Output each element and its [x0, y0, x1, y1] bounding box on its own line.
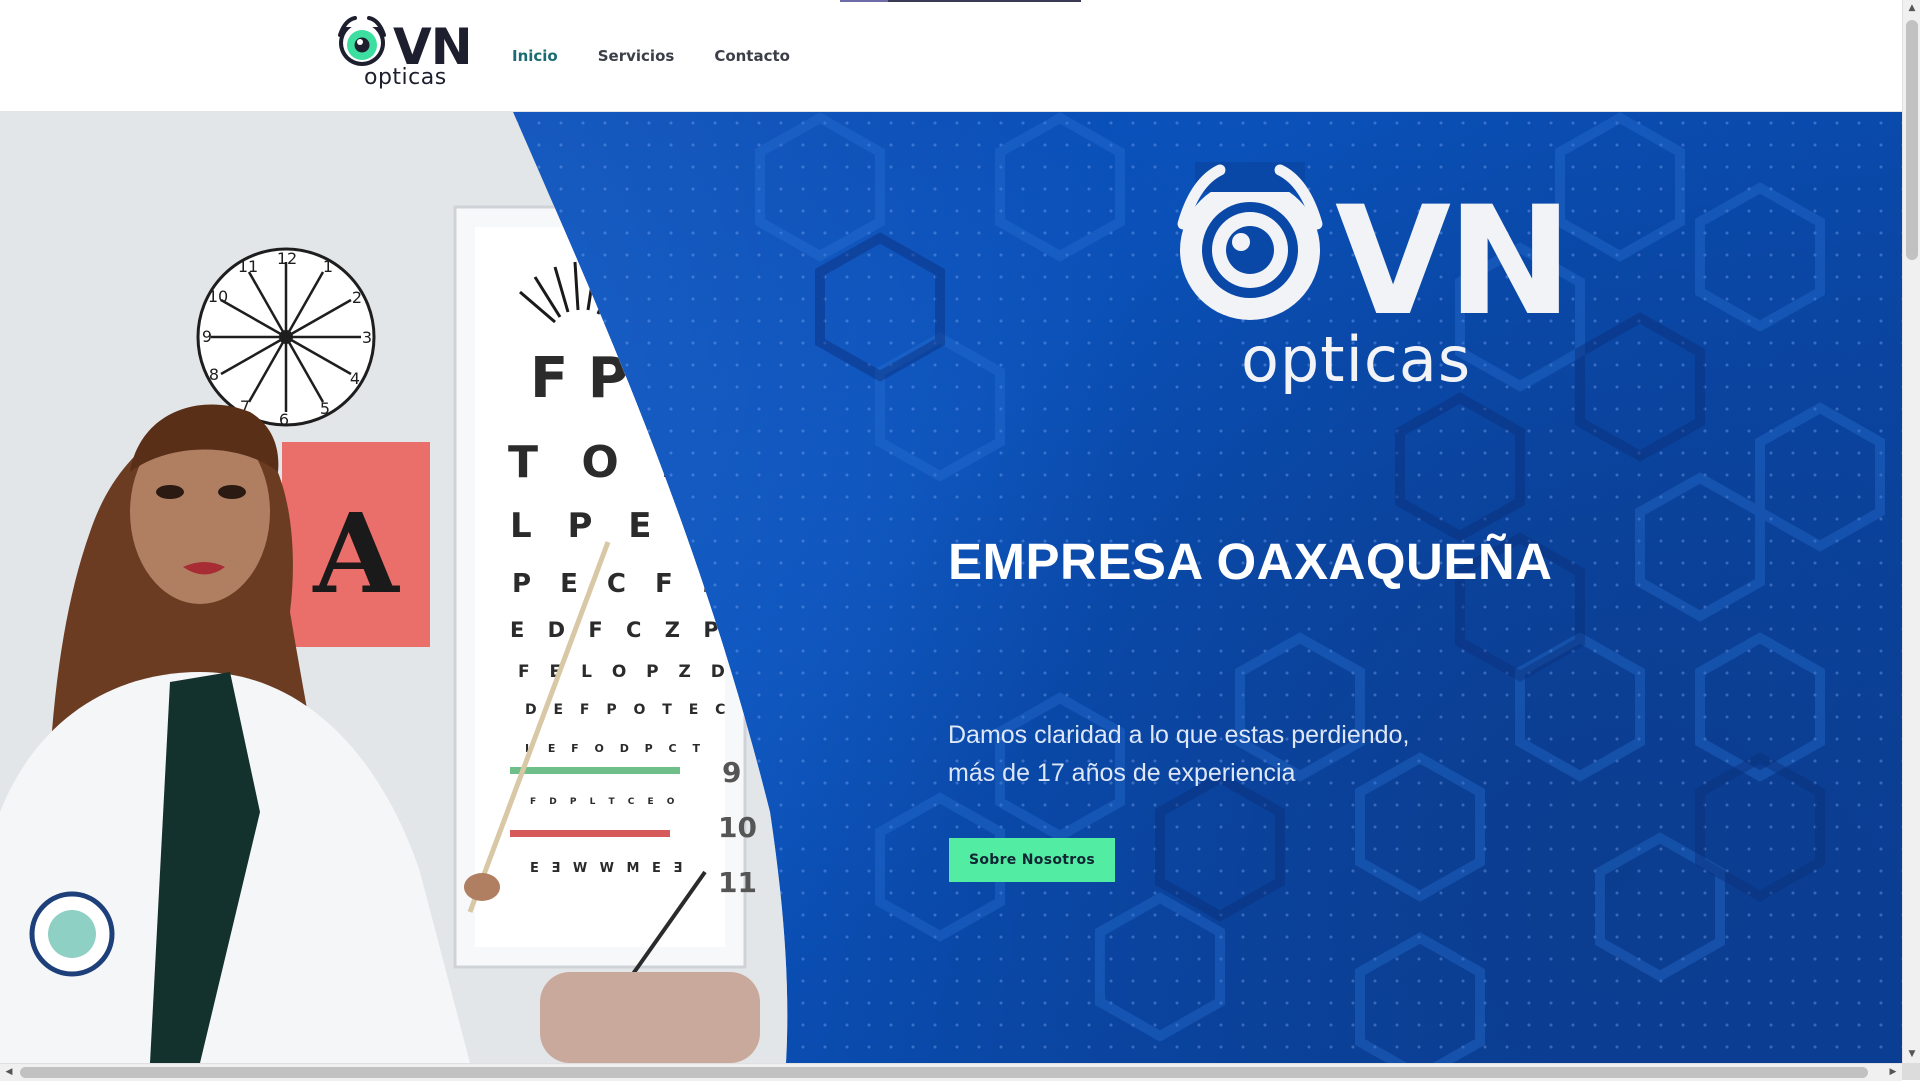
- svg-text:11: 11: [238, 257, 258, 276]
- nav-item-servicios[interactable]: Servicios: [598, 44, 675, 68]
- scrollbar-corner: [1902, 1063, 1920, 1080]
- main-nav: Inicio Servicios Contacto: [512, 44, 830, 68]
- svg-text:3: 3: [362, 328, 372, 347]
- svg-text:10: 10: [718, 811, 757, 844]
- svg-text:5: 5: [320, 399, 330, 418]
- hero-subtitle: Damos claridad a lo que estas perdiendo,…: [948, 716, 1409, 792]
- site-header: VN opticas Inicio Servicios Contacto: [0, 0, 1902, 112]
- hero-title: EMPRESA OAXAQUEÑA: [948, 533, 1553, 590]
- svg-text:12: 12: [277, 249, 297, 268]
- horizontal-scroll-thumb[interactable]: [20, 1067, 1868, 1078]
- svg-text:E D F C Z P: E D F C Z P: [510, 618, 727, 642]
- svg-text:T O Z: T O Z: [508, 437, 708, 488]
- svg-text:1: 1: [323, 257, 333, 276]
- scroll-left-icon[interactable]: ◀: [0, 1064, 18, 1081]
- photo-illustration: F P T O Z L P E D P E C F D E D F C Z P …: [0, 112, 788, 1063]
- svg-text:F P: F P: [530, 346, 629, 411]
- hero-banner: F P T O Z L P E D P E C F D E D F C Z P …: [0, 112, 1902, 1063]
- hero-logo-mark: VN: [1335, 175, 1573, 349]
- site-logo[interactable]: VN opticas: [337, 15, 473, 95]
- optometrist-photo: F P T O Z L P E D P E C F D E D F C Z P …: [0, 112, 800, 1063]
- vertical-scroll-thumb[interactable]: [1906, 20, 1918, 260]
- hero-subtitle-line-1: Damos claridad a lo que estas perdiendo,: [948, 721, 1410, 749]
- svg-text:10: 10: [208, 287, 228, 306]
- vertical-scrollbar[interactable]: ▲ ▼: [1902, 0, 1920, 1063]
- svg-text:2: 2: [352, 288, 362, 307]
- loading-indicator: [840, 0, 1081, 2]
- scroll-right-icon[interactable]: ▶: [1884, 1064, 1902, 1081]
- svg-text:L E F O D P C T: L E F O D P C T: [525, 742, 706, 755]
- about-us-button[interactable]: Sobre Nosotros: [949, 838, 1115, 882]
- scroll-up-icon[interactable]: ▲: [1903, 0, 1920, 17]
- scroll-down-icon[interactable]: ▼: [1903, 1046, 1920, 1063]
- nav-item-contacto[interactable]: Contacto: [714, 44, 790, 68]
- svg-text:6: 6: [279, 410, 289, 429]
- hero-logo-word: opticas: [1241, 323, 1472, 396]
- poster-letter: A: [312, 489, 400, 618]
- svg-text:F D P L T C E O: F D P L T C E O: [530, 797, 679, 807]
- svg-text:8: 8: [209, 365, 219, 384]
- hero-subtitle-line-2: más de 17 años de experiencia: [948, 759, 1296, 787]
- nav-item-inicio[interactable]: Inicio: [512, 44, 558, 68]
- svg-text:9: 9: [722, 756, 741, 789]
- svg-text:9: 9: [202, 327, 212, 346]
- eye-logo-large-icon: [1177, 162, 1323, 320]
- logo-word-text: opticas: [364, 65, 447, 90]
- svg-text:F E L O P Z D: F E L O P Z D: [518, 662, 732, 682]
- svg-text:11: 11: [718, 866, 757, 899]
- horizontal-scrollbar[interactable]: ◀ ▶: [0, 1063, 1902, 1081]
- svg-text:P E C F D: P E C F D: [512, 569, 733, 599]
- svg-text:E Ǝ W W M E Ǝ: E Ǝ W W M E Ǝ: [530, 861, 686, 876]
- svg-text:D E F P O T E C: D E F P O T E C: [525, 702, 731, 718]
- svg-text:4: 4: [350, 369, 360, 388]
- svg-text:L P E D: L P E D: [510, 506, 728, 546]
- hero-logo: VN opticas: [1165, 162, 1573, 402]
